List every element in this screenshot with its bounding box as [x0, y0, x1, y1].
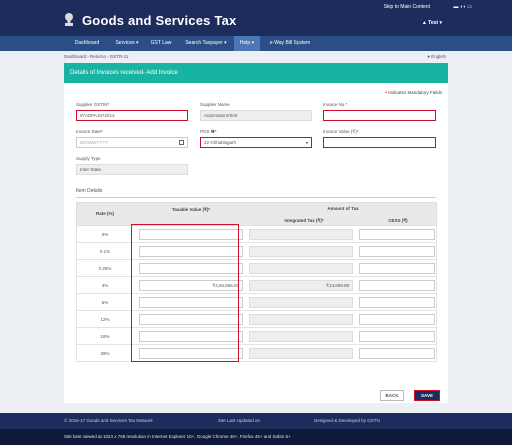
cess-input[interactable]: [359, 280, 435, 291]
invoice-value-label: Invoice Value (₹)*: [323, 129, 359, 134]
footer: © 2016-17 Goods and Services Tax Network…: [0, 413, 512, 429]
integrated-tax-field: ₹13,699.98: [249, 280, 353, 291]
browser-note-bar: Site best viewed at 1024 x 768 resolutio…: [0, 429, 512, 445]
divider: [76, 197, 436, 198]
integrated-tax-field: [249, 314, 353, 325]
rate-cell: 0.1%: [99, 249, 111, 254]
rate-cell: 3%: [101, 283, 109, 288]
col-rate: Rate (%): [95, 211, 114, 216]
pos-select[interactable]: 22-Chhattisgarh ▾: [200, 137, 312, 148]
language-selector[interactable]: ● English: [427, 54, 446, 59]
supplier-gstin-input[interactable]: 07ADPA1572013: [76, 110, 188, 121]
nav-gst-law[interactable]: GST Law: [144, 36, 178, 51]
breadcrumb[interactable]: Dashboard › Returns › GSTR-11: [64, 54, 128, 59]
supplier-gstin-label: Supplier GSTIN*: [76, 102, 110, 107]
col-amount-of-tax: Amount of Tax: [327, 206, 359, 211]
integrated-tax-field: [249, 263, 353, 274]
rate-cell: 0.25%: [98, 266, 112, 271]
save-button[interactable]: SAVE: [414, 390, 440, 401]
cess-input[interactable]: [359, 246, 435, 257]
col-taxable-value: Taxable Value (₹)*: [171, 207, 211, 212]
top-header: Goods and Services Tax Skip to Main Cont…: [0, 0, 512, 36]
supply-type-label: Supply Type: [76, 156, 101, 161]
col-integrated-tax: Integrated Tax (₹)*: [284, 218, 324, 223]
supplier-name-field: AutomationsTest: [200, 110, 312, 121]
footer-copyright: © 2016-17 Goods and Services Tax Network: [64, 418, 153, 423]
integrated-tax-field: [249, 348, 353, 359]
footer-designed: Designed & Developed by GSTN: [314, 418, 380, 423]
chevron-down-icon: ▾: [305, 140, 308, 145]
supply-type-field: Inter-State: [76, 164, 188, 175]
rate-cell: 0%: [101, 232, 109, 237]
nav-eway-bill[interactable]: e-Way Bill System: [262, 36, 318, 51]
rate-cell: 12%: [100, 317, 110, 322]
nav-help[interactable]: Help ▾: [234, 36, 260, 51]
site-title[interactable]: Goods and Services Tax: [82, 13, 236, 28]
invoice-no-input[interactable]: [323, 110, 436, 121]
supplier-name-label: Supplier Name: [200, 102, 230, 107]
item-details-title: Item Details: [76, 188, 103, 194]
skip-to-main-link[interactable]: Skip to Main Content: [384, 4, 430, 10]
rate-cell: 5%: [101, 300, 109, 305]
footer-updated: Site Last Updated on: [218, 418, 261, 423]
utility-links[interactable]: ▬ ◖◗ ▭: [453, 4, 472, 10]
integrated-tax-field: [249, 297, 353, 308]
invoice-value-input[interactable]: [323, 137, 436, 148]
nav-search-taxpayer[interactable]: Search Taxpayer ▾: [178, 36, 234, 51]
taxable-column-highlight: [131, 224, 239, 362]
integrated-tax-field: [249, 246, 353, 257]
col-cess: CESS (₹): [388, 218, 408, 223]
nav-services[interactable]: Services ▾: [110, 36, 144, 51]
cess-input[interactable]: [359, 331, 435, 342]
back-button[interactable]: BACK: [380, 390, 404, 401]
rate-cell: 28%: [100, 351, 110, 356]
cess-input[interactable]: [359, 229, 435, 240]
cess-input[interactable]: [359, 348, 435, 359]
user-menu[interactable]: ▲ Test ▾: [422, 20, 442, 26]
main-nav: Dashboard Services ▾ GST Law Search Taxp…: [0, 36, 512, 51]
browser-note: Site best viewed at 1024 x 768 resolutio…: [64, 434, 291, 439]
cess-input[interactable]: [359, 297, 435, 308]
nav-dashboard[interactable]: Dashboard: [64, 36, 110, 51]
integrated-tax-field: [249, 229, 353, 240]
rate-cell: 18%: [100, 334, 110, 339]
mandatory-note: • Indicates Mandatory Fields: [385, 90, 442, 95]
cess-input[interactable]: [359, 314, 435, 325]
national-emblem-icon: [65, 13, 73, 26]
integrated-tax-field: [249, 331, 353, 342]
invoice-date-input[interactable]: DD/MM/YYYY: [76, 137, 188, 148]
cess-input[interactable]: [359, 263, 435, 274]
invoice-no-label: Invoice No.*: [323, 102, 348, 107]
invoice-panel: Details of Invoices received- Add Invoic…: [64, 63, 448, 403]
pos-label: POS ❶*: [200, 129, 217, 134]
invoice-date-label: Invoice Date*: [76, 129, 103, 134]
calendar-icon[interactable]: [179, 140, 184, 145]
items-table-header: Rate (%) Taxable Value (₹)* Amount of Ta…: [76, 202, 437, 226]
panel-title: Details of Invoices received- Add Invoic…: [64, 63, 448, 83]
